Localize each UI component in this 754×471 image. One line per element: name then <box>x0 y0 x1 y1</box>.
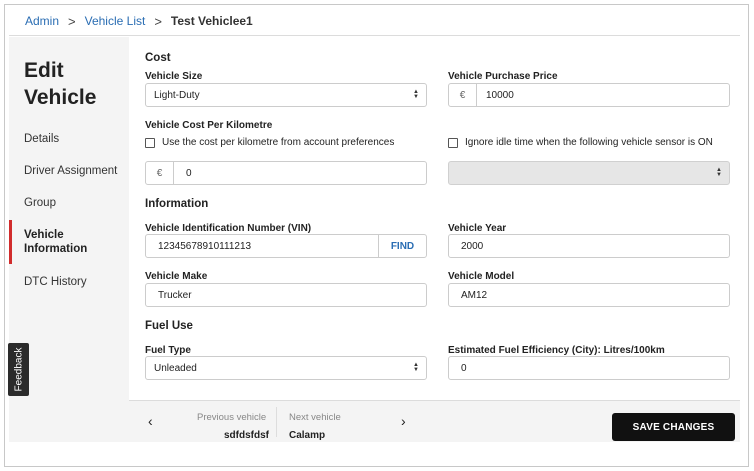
purchase-price-label: Vehicle Purchase Price <box>448 71 558 82</box>
fuel-section-title: Fuel Use <box>145 320 193 332</box>
vehicle-information-form: Cost Vehicle Size Light-Duty ▲ ▼ Vehicle … <box>129 37 740 400</box>
sidebar-item-details[interactable]: Details <box>24 132 129 146</box>
cost-per-km-value: 0 <box>186 167 192 179</box>
euro-addon: € <box>146 162 174 184</box>
use-account-pref-checkbox-row[interactable]: Use the cost per kilometre from account … <box>145 137 394 148</box>
cost-per-km-field[interactable]: € 0 <box>145 161 427 185</box>
next-vehicle-caption: Next vehicle <box>289 412 341 423</box>
ignore-idle-checkbox-row[interactable]: Ignore idle time when the following vehi… <box>448 137 713 148</box>
vin-label: Vehicle Identification Number (VIN) <box>145 223 312 234</box>
use-account-pref-checkbox[interactable] <box>145 137 155 148</box>
purchase-price-value: 10000 <box>486 89 514 101</box>
fuel-efficiency-field[interactable]: 0 <box>448 356 730 380</box>
breadcrumb-current: Test Vehiclee1 <box>170 14 253 28</box>
breadcrumb-vehicle-list-link[interactable]: Vehicle List <box>85 14 146 28</box>
page-title: Edit Vehicle <box>24 57 96 111</box>
chevron-right-icon: > <box>68 13 76 29</box>
sidebar-item-driver-assignment[interactable]: Driver Assignment <box>24 164 129 178</box>
vehicle-size-select[interactable]: Light-Duty ▲ ▼ <box>145 83 427 107</box>
breadcrumb: Admin > Vehicle List > Test Vehiclee1 <box>25 9 253 33</box>
vehicle-year-value: 2000 <box>461 240 484 252</box>
information-section-title: Information <box>145 198 209 210</box>
fuel-efficiency-label: Estimated Fuel Efficiency (City): Litres… <box>448 345 665 356</box>
feedback-label: Feedback <box>13 347 25 392</box>
vehicle-size-label: Vehicle Size <box>145 71 203 82</box>
sidebar-item-group[interactable]: Group <box>24 196 129 210</box>
breadcrumb-divider <box>9 35 740 36</box>
cost-per-km-label: Vehicle Cost Per Kilometre <box>145 120 273 131</box>
ignore-idle-label: Ignore idle time when the following vehi… <box>465 137 713 148</box>
previous-vehicle-caption: Previous vehicle <box>197 412 267 423</box>
vehicle-model-label: Vehicle Model <box>448 271 515 282</box>
footer-divider <box>276 407 277 437</box>
chevron-left-icon[interactable]: ‹ <box>148 413 153 429</box>
use-account-pref-label: Use the cost per kilometre from account … <box>162 137 395 148</box>
find-button[interactable]: FIND <box>378 235 426 257</box>
vehicle-make-value: Trucker <box>158 289 192 301</box>
active-indicator <box>9 220 12 264</box>
vehicle-year-field[interactable]: 2000 <box>448 234 730 258</box>
breadcrumb-admin-link[interactable]: Admin <box>25 14 59 28</box>
vehicle-make-field[interactable]: Trucker <box>145 283 427 307</box>
vin-field[interactable]: 12345678910111213 FIND <box>145 234 427 258</box>
select-arrows-icon: ▲ ▼ <box>413 89 419 100</box>
ignore-idle-checkbox[interactable] <box>448 137 458 148</box>
chevron-right-icon[interactable]: › <box>401 413 406 429</box>
page-title-line1: Edit <box>24 59 64 82</box>
feedback-tab[interactable]: Feedback <box>8 343 29 396</box>
fuel-efficiency-value: 0 <box>461 362 467 374</box>
next-vehicle-name[interactable]: Calamp <box>289 430 325 441</box>
sidebar-item-dtc-history[interactable]: DTC History <box>24 275 129 289</box>
vehicle-make-label: Vehicle Make <box>145 271 208 282</box>
save-changes-button[interactable]: SAVE CHANGES <box>612 413 735 441</box>
vehicle-model-field[interactable]: AM12 <box>448 283 730 307</box>
sidebar-item-vehicle-information[interactable]: Vehicle Information <box>24 228 104 256</box>
select-arrows-icon: ▲ ▼ <box>716 167 722 178</box>
vehicle-size-value: Light-Duty <box>154 89 200 101</box>
fuel-type-select[interactable]: Unleaded ▲ ▼ <box>145 356 427 380</box>
vin-value: 12345678910111213 <box>158 240 252 252</box>
purchase-price-field[interactable]: € 10000 <box>448 83 730 107</box>
vehicle-sensor-select[interactable]: ▲ ▼ <box>448 161 730 185</box>
fuel-type-label: Fuel Type <box>145 345 191 356</box>
cost-section-title: Cost <box>145 52 171 64</box>
fuel-type-value: Unleaded <box>154 362 197 374</box>
vehicle-year-label: Vehicle Year <box>448 223 507 234</box>
euro-addon: € <box>449 84 477 106</box>
chevron-right-icon: > <box>154 13 162 29</box>
vehicle-model-value: AM12 <box>461 289 488 301</box>
form-footer: ‹ Previous vehicle sdfdsfdsf Next vehicl… <box>129 400 740 442</box>
page-title-line2: Vehicle <box>24 86 97 109</box>
previous-vehicle-name[interactable]: sdfdsfdsf <box>224 430 269 441</box>
select-arrows-icon: ▲ ▼ <box>413 362 419 373</box>
